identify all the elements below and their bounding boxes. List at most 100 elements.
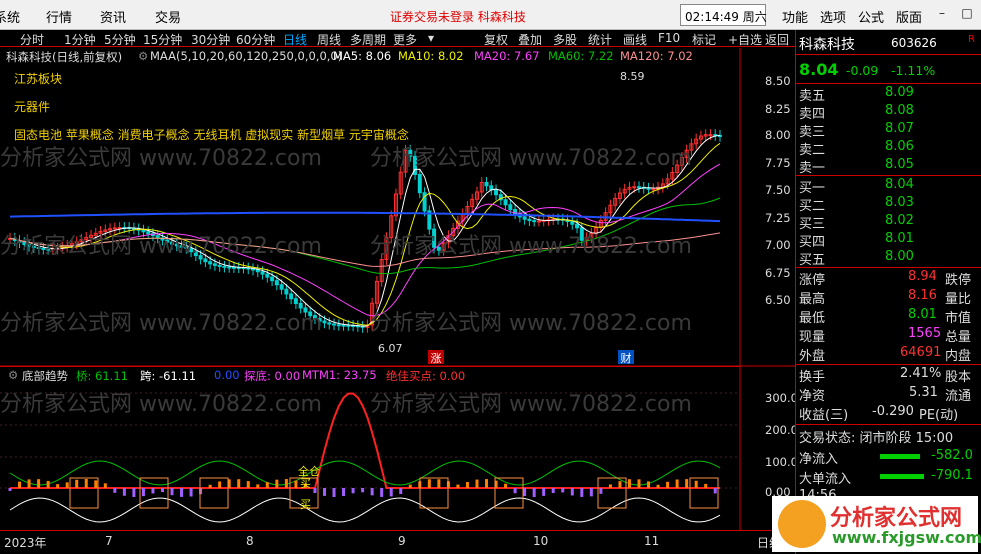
back-button[interactable]: 返回 (765, 31, 789, 48)
bid-row-4[interactable]: 买四 8.01 (796, 231, 981, 250)
restore-button[interactable]: 复权 (484, 31, 508, 48)
margin-badge: R (968, 34, 975, 45)
candle-body (484, 181, 489, 187)
menu-system[interactable]: 系统 (0, 7, 20, 26)
indicator-bar (141, 488, 145, 497)
menu-info[interactable]: 资讯 (100, 7, 126, 26)
candle-body (222, 265, 227, 268)
finance-marker[interactable]: 财 (618, 350, 634, 365)
bid-price: 8.02 (885, 213, 914, 228)
tab-60min[interactable]: 60分钟 (236, 31, 275, 48)
candle-body (265, 273, 270, 278)
price-tick: 8.25 (765, 102, 791, 116)
mark-button[interactable]: 标记 (692, 31, 716, 48)
indicator-white-line (9, 497, 721, 523)
tab-15min[interactable]: 15分钟 (143, 31, 182, 48)
add-watchlist-button[interactable]: +自选 (728, 31, 762, 48)
settings-icon[interactable]: ⚙ (138, 49, 148, 63)
kline-chart[interactable] (0, 48, 795, 548)
watermark: 分析家公式网 www.70822.com (0, 392, 322, 417)
candle-body (227, 266, 232, 269)
logo-emblem-icon (778, 500, 826, 548)
ma10-label: MA10: 8.02 (398, 49, 464, 63)
settings-icon[interactable]: ⚙ (8, 368, 18, 382)
trade-status: 交易状态: 闭市阶段 15:00 (799, 431, 954, 446)
indicator-bar (389, 488, 393, 497)
tab-multi-period[interactable]: 多周期 (350, 31, 386, 48)
candle-body (417, 173, 422, 194)
indicator-name[interactable]: 底部趋势 (22, 368, 68, 384)
maximize-icon[interactable]: □ (960, 6, 974, 20)
b-label: 0.00 (214, 368, 240, 382)
stock-name[interactable]: 科森科技 (799, 34, 855, 54)
indicator-bar (84, 479, 88, 488)
tab-daily[interactable]: 日线 (283, 31, 307, 48)
overlay-button[interactable]: 叠加 (518, 31, 542, 48)
ask-row-3[interactable]: 卖三 8.07 (796, 121, 981, 140)
bid-row-1[interactable]: 买一 8.04 (796, 177, 981, 196)
tab-30min[interactable]: 30分钟 (191, 31, 230, 48)
tab-minute[interactable]: 分时 (20, 31, 44, 48)
f10-button[interactable]: F10 (658, 31, 680, 45)
ask-row-1[interactable]: 卖一 8.05 (796, 157, 981, 176)
period-toolbar: 分时 1分钟 5分钟 15分钟 30分钟 60分钟 日线 周线 多周期 更多 ▾… (0, 30, 795, 47)
bid-row-5[interactable]: 买五 8.00 (796, 249, 981, 268)
date-label: 7 (105, 534, 113, 548)
date-label: 9 (398, 534, 406, 548)
candle-body (651, 188, 656, 191)
indicator-bar (27, 479, 31, 488)
indicator-bar (456, 484, 460, 488)
ask-row-2[interactable]: 卖二 8.06 (796, 139, 981, 158)
tab-1min[interactable]: 1分钟 (64, 31, 96, 48)
menu-trade[interactable]: 交易 (155, 7, 181, 26)
stock-period-label: 科森科技(日线,前复权) (6, 50, 123, 64)
indicator-bar (637, 479, 641, 488)
indicator-bar (627, 479, 631, 488)
stat-label: 量比 (945, 292, 972, 307)
stat-label: 换手 (799, 370, 826, 385)
indicator-bar (37, 479, 41, 488)
bid-row-2[interactable]: 买二 8.03 (796, 195, 981, 214)
multi-stock-button[interactable]: 多股 (553, 31, 577, 48)
high-value: 8.16 (908, 288, 937, 303)
menu-options[interactable]: 选项 (820, 7, 846, 26)
best-buy-label: 绝佳买点: 0.00 (386, 369, 466, 383)
menu-function[interactable]: 功能 (782, 7, 808, 26)
ask-price: 8.07 (885, 121, 914, 136)
ma60-label: MA60: 7.22 (548, 49, 614, 63)
ask-row-5[interactable]: 卖五 8.09 (796, 85, 981, 104)
stat-label: 外盘 (799, 349, 826, 364)
logo-url: www.fxjgsw.com (832, 528, 981, 547)
indicator-bar (504, 483, 508, 488)
eps-value: -0.290 (872, 404, 914, 419)
menu-market[interactable]: 行情 (46, 7, 72, 26)
tab-weekly[interactable]: 周线 (317, 31, 341, 48)
bid-row-3[interactable]: 买三 8.02 (796, 213, 981, 232)
ask-row-4[interactable]: 卖四 8.08 (796, 103, 981, 122)
buy-annotation: 买 (300, 498, 311, 511)
login-notice[interactable]: 证券交易未登录 科森科技 (390, 8, 526, 25)
indicator-bar (103, 483, 107, 488)
tab-5min[interactable]: 5分钟 (104, 31, 136, 48)
menu-formula[interactable]: 公式 (858, 7, 884, 26)
stat-label: 收益(三) (799, 408, 849, 423)
high-price-label: 8.59 (620, 70, 645, 83)
tandi-label: 探底: 0.00 (244, 369, 301, 383)
chevron-down-icon[interactable]: ▾ (428, 31, 434, 45)
price-change: -0.09 (846, 63, 879, 78)
tab-more[interactable]: 更多 (393, 31, 417, 48)
indicator-bar (618, 481, 622, 488)
watermark: 分析家公式网 www.70822.com (370, 146, 692, 171)
menu-layout[interactable]: 版面 (896, 7, 922, 26)
indicator-bar (485, 479, 489, 488)
stats-button[interactable]: 统计 (588, 31, 612, 48)
draw-button[interactable]: 画线 (623, 31, 647, 48)
minimize-icon[interactable]: – (935, 6, 949, 20)
limit-up-marker[interactable]: 涨 (428, 350, 444, 365)
qiao-label: 桥: 61.11 (76, 369, 128, 383)
indicator-bar (399, 488, 403, 495)
ask-label: 卖一 (799, 161, 826, 176)
bid-label: 买四 (799, 235, 826, 250)
candle-body (522, 216, 527, 220)
price-tick: 7.75 (765, 156, 791, 170)
